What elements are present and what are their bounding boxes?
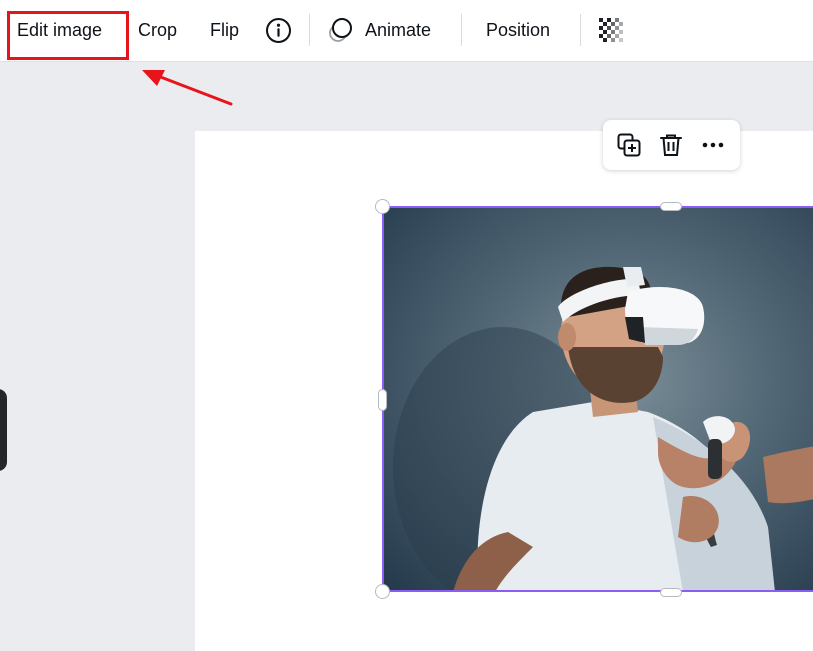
resize-handle-bottom-left[interactable] <box>375 584 390 599</box>
element-action-menu <box>603 120 740 170</box>
trash-icon[interactable] <box>658 132 684 158</box>
flip-button[interactable]: Flip <box>210 0 239 61</box>
selected-image[interactable] <box>383 207 813 592</box>
resize-handle-left[interactable] <box>378 389 387 411</box>
position-button[interactable]: Position <box>486 0 550 61</box>
duplicate-icon[interactable] <box>616 132 642 158</box>
side-panel-toggle[interactable] <box>0 389 7 471</box>
animate-icon[interactable] <box>327 16 355 44</box>
animate-button[interactable]: Animate <box>365 0 431 61</box>
context-toolbar: Edit image Crop Flip Animate Position <box>0 0 813 62</box>
vr-user-photo <box>393 266 813 592</box>
info-icon[interactable] <box>265 17 292 44</box>
more-icon[interactable] <box>700 132 726 158</box>
toolbar-divider <box>461 14 462 46</box>
crop-button[interactable]: Crop <box>138 0 177 61</box>
highlight-annotation-box <box>7 11 129 60</box>
toolbar-divider <box>580 14 581 46</box>
resize-handle-top[interactable] <box>660 202 682 211</box>
resize-handle-top-left[interactable] <box>375 199 390 214</box>
transparency-icon[interactable] <box>598 17 626 45</box>
toolbar-divider <box>309 14 310 46</box>
resize-handle-bottom[interactable] <box>660 588 682 597</box>
